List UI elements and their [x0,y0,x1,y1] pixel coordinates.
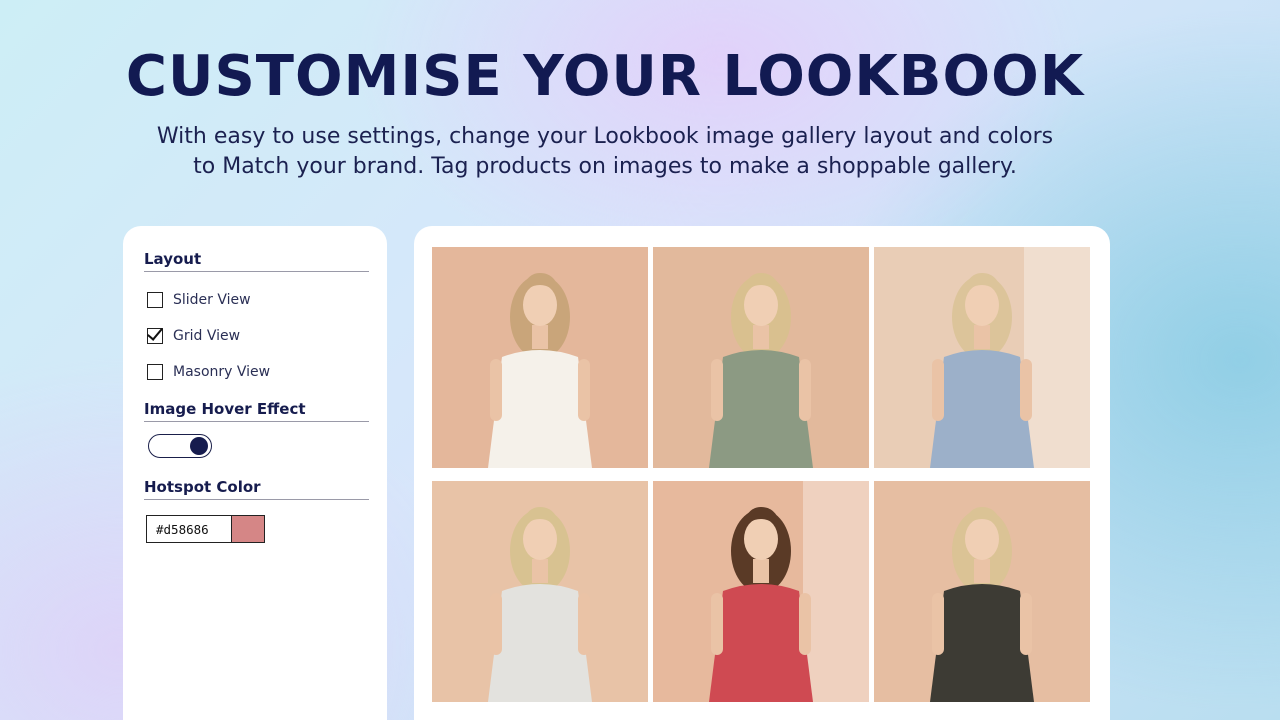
grid-view-checkbox[interactable] [147,328,163,344]
masonry-view-checkbox[interactable] [147,364,163,380]
hotspot-color-section-title: Hotspot Color [144,478,369,500]
model-photo-illustration [432,481,648,702]
subtitle-line-1: With easy to use settings, change your L… [156,124,1054,149]
model-photo-illustration [653,481,869,702]
option-slider-view[interactable]: Slider View [144,282,368,318]
grid-view-label: Grid View [173,328,241,344]
gallery-photo-red-floral-dress[interactable] [653,481,869,702]
layout-options: Slider View Grid View Masonry View [144,282,368,390]
model-photo-illustration [874,247,1090,468]
hover-effect-section-title: Image Hover Effect [144,400,369,422]
model-photo-illustration [432,247,648,468]
slider-view-checkbox[interactable] [147,292,163,308]
lookbook-gallery [414,226,1110,720]
settings-panel: Layout Slider View Grid View Masonry Vie… [123,226,387,720]
hover-effect-row [144,422,368,470]
gallery-photo-sage-floral-dress[interactable] [653,247,869,468]
hotspot-color-swatch[interactable] [232,515,265,543]
toggle-knob [190,437,208,455]
gallery-photo-black-floral-dress[interactable] [874,481,1090,702]
hotspot-color-input[interactable]: #d58686 [146,515,232,543]
option-grid-view[interactable]: Grid View [144,318,368,354]
gallery-photo-white-dress[interactable] [432,247,648,468]
page-subtitle: With easy to use settings, change your L… [0,122,1210,182]
option-masonry-view[interactable]: Masonry View [144,354,368,390]
subtitle-line-2: to Match your brand. Tag products on ima… [193,154,1017,179]
gallery-photo-blue-floral-dress[interactable] [874,247,1090,468]
masonry-view-label: Masonry View [173,364,271,380]
model-photo-illustration [874,481,1090,702]
gallery-photo-white-print-dress[interactable] [432,481,648,702]
hover-effect-toggle[interactable] [148,434,212,458]
model-photo-illustration [653,247,869,468]
page-title: CUSTOMISE YOUR LOOKBOOK [125,44,1085,109]
layout-section-title: Layout [144,250,369,272]
slider-view-label: Slider View [173,292,251,308]
hotspot-color-row: #d58686 [144,515,368,543]
